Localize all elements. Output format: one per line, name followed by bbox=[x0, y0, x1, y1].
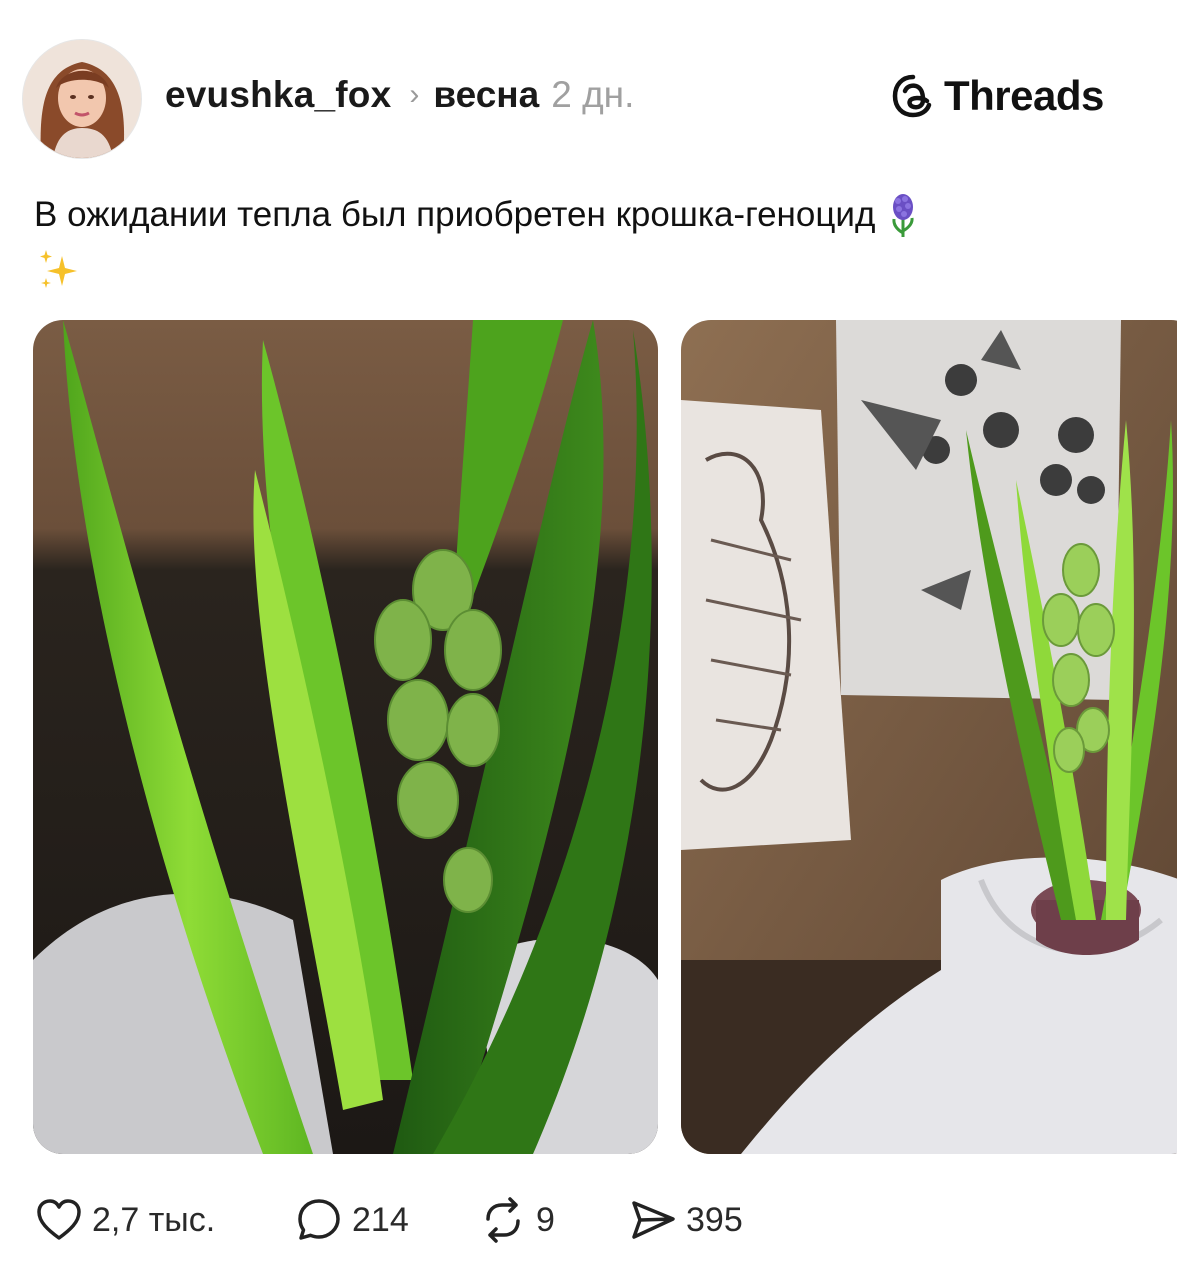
post-photo-1[interactable] bbox=[33, 320, 658, 1154]
username[interactable]: evushka_fox bbox=[165, 74, 391, 116]
post-actions: 2,7 тыс. 214 9 395 bbox=[0, 1190, 1177, 1250]
comments-count: 214 bbox=[352, 1200, 409, 1239]
reposts-count: 9 bbox=[536, 1200, 555, 1239]
post-header: evushka_fox › весна 2 дн. Threads bbox=[0, 0, 1177, 170]
repost-icon bbox=[486, 1197, 520, 1243]
avatar[interactable] bbox=[22, 39, 142, 159]
caption-text: В ожидании тепла был приобретен крошка-г… bbox=[34, 195, 876, 234]
timestamp: 2 дн. bbox=[551, 74, 635, 115]
shares-count: 395 bbox=[686, 1200, 743, 1239]
comment-icon bbox=[298, 1199, 340, 1240]
send-icon bbox=[632, 1201, 675, 1239]
post-photo-2[interactable] bbox=[681, 320, 1177, 1154]
post-caption: В ожидании тепла был приобретен крошка-г… bbox=[34, 188, 1144, 294]
threads-brand: Threads bbox=[890, 70, 1104, 122]
sparkles-icon bbox=[40, 250, 77, 288]
heart-icon bbox=[37, 1199, 81, 1240]
like-button[interactable]: 2,7 тыс. bbox=[34, 1190, 215, 1250]
hyacinth-icon bbox=[892, 194, 914, 237]
repost-button[interactable]: 9 bbox=[478, 1190, 555, 1250]
share-button[interactable]: 395 bbox=[628, 1190, 743, 1250]
comment-button[interactable]: 214 bbox=[294, 1190, 409, 1250]
brand-name: Threads bbox=[944, 72, 1104, 119]
likes-count: 2,7 тыс. bbox=[92, 1200, 216, 1239]
chevron-right-icon: › bbox=[409, 78, 420, 111]
threads-logo-icon bbox=[892, 74, 932, 118]
post-meta: evushka_fox › весна 2 дн. bbox=[165, 72, 634, 118]
topic-tag[interactable]: весна bbox=[433, 74, 539, 116]
